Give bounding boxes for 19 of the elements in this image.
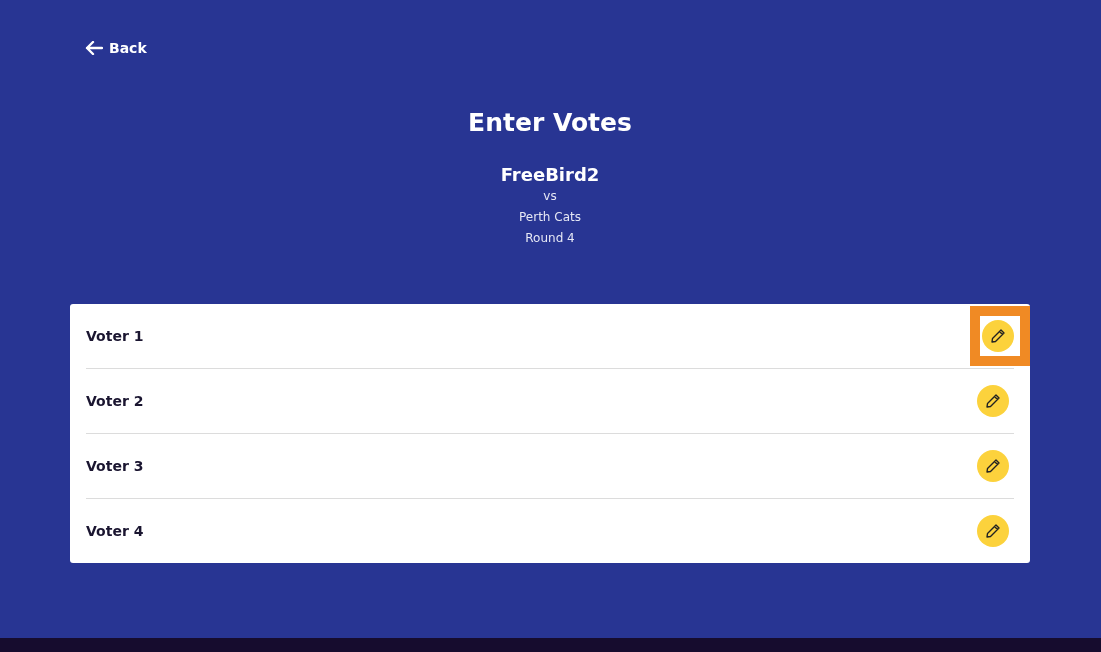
pencil-icon [990, 328, 1006, 344]
page-title: Enter Votes [467, 108, 633, 138]
pencil-icon [985, 523, 1001, 539]
back-link[interactable]: Back [85, 38, 147, 58]
vs-label: vs [543, 188, 557, 205]
edit-button[interactable] [982, 320, 1014, 352]
pencil-icon [985, 458, 1001, 474]
edit-button[interactable] [977, 515, 1009, 547]
team-name: FreeBird2 [499, 164, 601, 186]
voter-name: Voter 1 [86, 328, 144, 344]
opponent-name: Perth Cats [519, 209, 581, 226]
voter-name: Voter 4 [86, 523, 144, 539]
edit-button[interactable] [977, 385, 1009, 417]
voter-name: Voter 2 [86, 393, 144, 409]
round-label: Round 4 [525, 230, 575, 247]
voter-name: Voter 3 [86, 458, 144, 474]
arrow-left-icon [85, 41, 103, 55]
pencil-icon [985, 393, 1001, 409]
edit-button[interactable] [977, 450, 1009, 482]
